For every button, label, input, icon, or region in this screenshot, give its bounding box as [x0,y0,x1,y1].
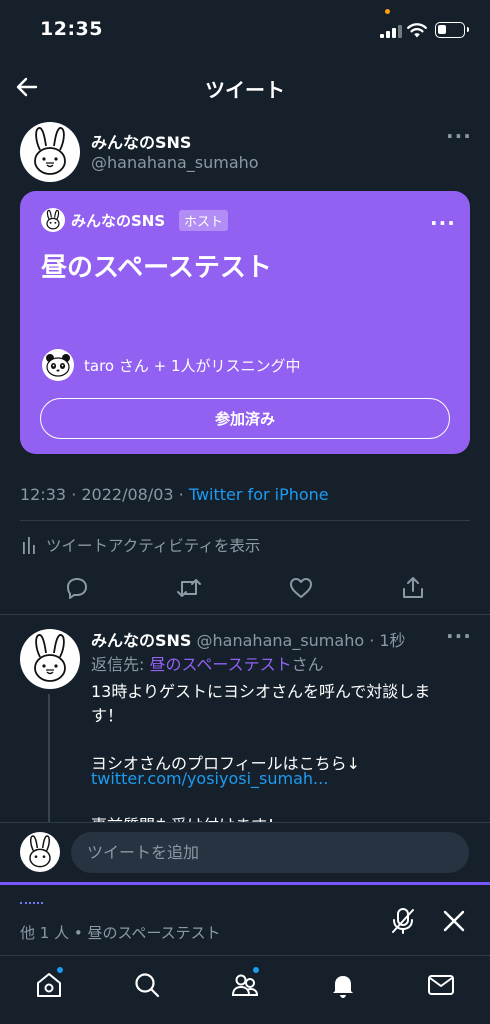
divider [0,614,490,615]
mic-off-icon[interactable] [389,906,417,936]
spaces-icon[interactable] [230,970,260,1000]
reply-compose-input[interactable] [71,832,469,873]
space-host-avatar [41,208,65,232]
rabbit-avatar-icon [34,634,66,682]
space-host-name: みんなのSNS [71,212,166,230]
author-avatar[interactable] [20,122,80,182]
joined-button[interactable]: 参加済み [40,398,450,439]
thread-line [48,694,50,824]
more-options-icon[interactable]: ··· [446,124,472,148]
reply-author-avatar[interactable] [20,629,80,689]
space-title: 昼のスペーステスト [41,253,272,283]
reply-handle-time: @hanahana_sumaho · 1秒 [191,631,406,650]
share-icon[interactable] [399,574,427,602]
reply-link[interactable]: twitter.com/yosiyosi_sumah... [91,769,328,788]
like-icon[interactable] [287,574,315,602]
space-more-icon[interactable]: ··· [430,211,456,235]
tweet-activity-label: ツイートアクティビティを表示 [46,537,261,555]
retweet-icon[interactable] [175,574,203,602]
host-badge: ホスト [179,210,229,231]
listener-count: taro さん + 1人がリスニング中 [84,357,301,375]
compose-avatar [20,832,60,872]
tweet-datetime: 12:33 · 2022/08/03 · [20,485,189,504]
reply-more-icon[interactable]: ··· [446,624,472,648]
space-card[interactable]: みんなのSNS ホスト ··· 昼のスペーステスト taro さん + 1人がリ… [20,191,470,454]
divider [20,520,470,521]
tweet-activity-link[interactable]: ツイートアクティビティを表示 [22,534,260,556]
page-title: ツイート [205,78,285,102]
home-notification-dot [56,966,64,974]
tweet-source-link[interactable]: Twitter for iPhone [189,485,329,504]
reply-to-prefix: 返信先: [91,655,150,674]
status-time: 12:35 [40,18,103,40]
rabbit-avatar-icon [46,209,60,230]
reply-to-line: 返信先: 昼のスペーステストさん [91,651,324,675]
author-handle[interactable]: @hanahana_sumaho [91,153,259,172]
cellular-signal-icon [380,24,402,38]
reply-icon[interactable] [63,574,91,602]
wifi-icon [407,23,427,38]
battery-icon [435,22,469,38]
reply-author-name[interactable]: みんなのSNS [91,631,191,650]
search-icon[interactable] [132,970,162,1000]
reply-body: 13時よりゲストにヨシオさんを呼んで対談します！ ヨシオさんのプロフィールはこち… [91,682,431,773]
spaces-notification-dot [252,966,260,974]
messages-icon[interactable] [426,970,456,1000]
rabbit-avatar-icon [29,835,51,868]
rabbit-avatar-icon [34,127,66,175]
reply-to-suffix: さん [291,655,324,674]
home-icon[interactable] [34,970,64,1000]
tweet-meta: 12:33 · 2022/08/03 · Twitter for iPhone [20,485,329,504]
reply-body-truncated: 事前質問も受け付けます！ [91,814,283,822]
space-dock-progress [0,882,490,885]
close-icon[interactable] [441,908,467,934]
audio-wave-icon [20,902,43,905]
notifications-icon[interactable] [328,970,358,1000]
reply-header: みんなのSNS @hanahana_sumaho · 1秒 [91,627,406,651]
author-name[interactable]: みんなのSNS [91,129,191,153]
analytics-icon [23,537,35,554]
reply-to-target[interactable]: 昼のスペーステスト [149,655,291,674]
privacy-indicator-dot [385,9,390,14]
space-dock-label[interactable]: 他 1 人 • 昼のスペーステスト [20,922,221,943]
listener-avatar [42,349,74,381]
panda-avatar-icon [46,354,70,377]
